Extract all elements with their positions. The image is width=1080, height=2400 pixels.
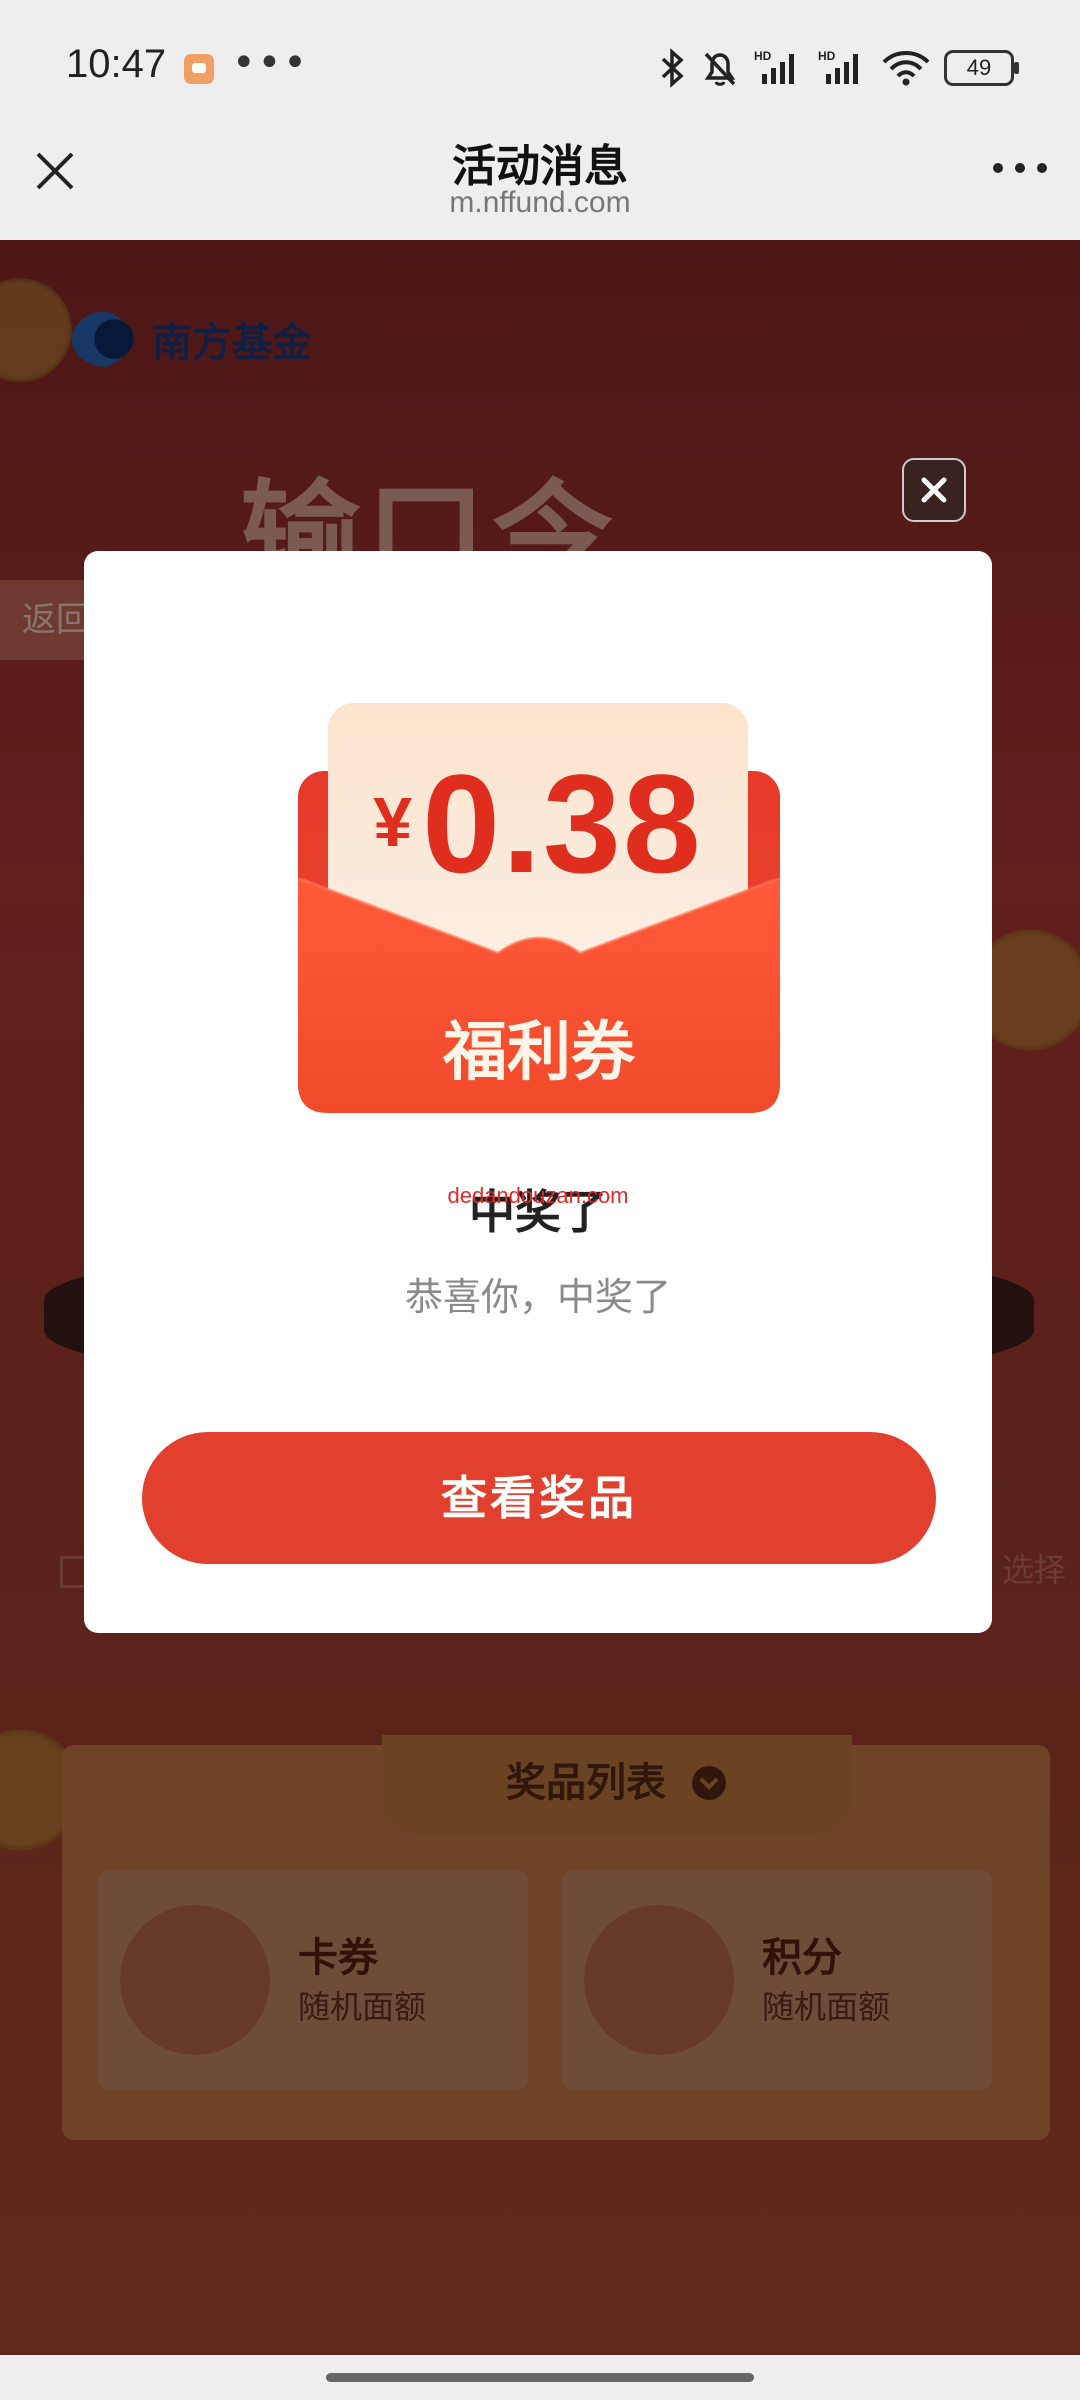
- coupon-label: 福利券: [443, 1016, 635, 1090]
- signal-hd-icon: HD: [818, 49, 858, 84]
- mute-icon: [704, 52, 736, 86]
- page-title: 活动消息: [452, 141, 628, 192]
- view-prize-button[interactable]: 查看奖品: [142, 1432, 936, 1564]
- modal-close-button[interactable]: [902, 458, 966, 522]
- signal-hd-icon: HD: [754, 49, 794, 84]
- modal-subtitle: 恭喜你，中奖了: [404, 1275, 671, 1319]
- home-indicator[interactable]: [326, 2373, 754, 2382]
- page-url: m.nffund.com: [449, 186, 631, 219]
- status-bar: 10:47 ••• HD HD 49: [0, 0, 1080, 130]
- close-icon: [921, 477, 947, 503]
- svg-text:HD: HD: [818, 49, 836, 63]
- message-icon: [184, 54, 214, 84]
- red-envelope: ¥0.38 福利券: [298, 703, 780, 1113]
- wifi-icon: [882, 51, 930, 86]
- nav-bar: 活动消息 m.nffund.com: [0, 130, 1080, 240]
- watermark-text: dedandouzan.com: [447, 1183, 629, 1208]
- status-icons: HD HD 49: [660, 46, 1019, 90]
- more-options-icon[interactable]: [990, 158, 1050, 178]
- battery-icon: 49: [944, 50, 1019, 86]
- bluetooth-icon: [661, 48, 684, 88]
- svg-text:HD: HD: [754, 49, 772, 63]
- currency-symbol: ¥: [373, 783, 413, 861]
- more-notifications-icon: •••: [232, 40, 309, 86]
- prize-modal: ¥0.38 福利券 中奖了 dedandouzan.com 恭喜你，中奖了 查看…: [84, 551, 992, 1633]
- gesture-bar: [0, 2355, 1080, 2400]
- status-time: 10:47: [66, 42, 167, 86]
